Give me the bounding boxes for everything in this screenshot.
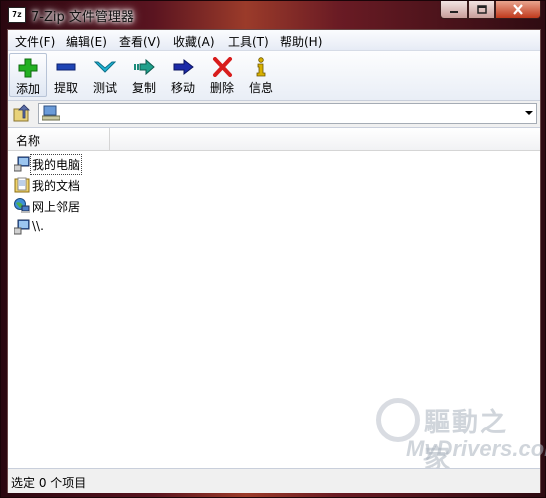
watermark-en: MyDrivers.com bbox=[406, 436, 546, 461]
list-header: 名称 bbox=[8, 128, 540, 151]
up-folder-button[interactable] bbox=[10, 104, 34, 124]
list-item-name: 网上邻居 bbox=[32, 200, 81, 214]
check-chevron-icon bbox=[94, 61, 116, 73]
test-button[interactable]: 测试 bbox=[86, 53, 124, 97]
menu-tools[interactable]: 工具(T) bbox=[228, 33, 269, 50]
address-combobox[interactable] bbox=[38, 103, 537, 124]
copy-button[interactable]: 复制 bbox=[125, 53, 163, 97]
menu-file[interactable]: 文件(F) bbox=[15, 33, 55, 50]
title-bar[interactable]: 7z 7-Zip 文件管理器 bbox=[1, 1, 546, 29]
menu-favorites[interactable]: 收藏(A) bbox=[173, 33, 215, 50]
delete-label: 删除 bbox=[209, 81, 234, 95]
plus-icon bbox=[18, 58, 38, 78]
computer-icon bbox=[14, 156, 30, 172]
menu-bar: 文件(F) 编辑(E) 查看(V) 收藏(A) 工具(T) 帮助(H) bbox=[8, 30, 540, 51]
copy-label: 复制 bbox=[131, 81, 156, 95]
extract-button[interactable]: 提取 bbox=[47, 53, 85, 97]
app-icon[interactable]: 7z bbox=[8, 7, 26, 23]
name-column-header[interactable]: 名称 bbox=[8, 128, 110, 150]
watermark-logo: 驅動之家 MyDrivers.com bbox=[376, 390, 546, 475]
extract-label: 提取 bbox=[53, 81, 78, 95]
add-label: 添加 bbox=[15, 82, 40, 96]
close-button[interactable] bbox=[495, 1, 541, 19]
network-icon bbox=[14, 198, 30, 213]
client-area: 文件(F) 编辑(E) 查看(V) 收藏(A) 工具(T) 帮助(H) 添加 提… bbox=[7, 29, 546, 493]
status-text: 选定 0 个项目 bbox=[11, 476, 87, 490]
move-arrow-icon bbox=[173, 58, 194, 76]
move-label: 移动 bbox=[170, 81, 195, 95]
documents-folder-icon bbox=[14, 177, 30, 193]
minimize-button[interactable] bbox=[440, 1, 468, 19]
up-folder-icon bbox=[13, 104, 30, 122]
menu-help[interactable]: 帮助(H) bbox=[280, 33, 322, 50]
window-title: 7-Zip 文件管理器 bbox=[31, 10, 134, 25]
caption-buttons bbox=[440, 1, 541, 19]
computer-icon bbox=[14, 219, 30, 235]
dropdown-arrow-icon[interactable] bbox=[525, 111, 533, 115]
maximize-icon bbox=[476, 5, 487, 14]
add-button[interactable]: 添加 bbox=[9, 53, 47, 97]
copy-arrow-icon bbox=[134, 58, 155, 76]
menu-edit[interactable]: 编辑(E) bbox=[66, 33, 107, 50]
minimize-icon bbox=[450, 10, 458, 13]
info-button[interactable]: 信息 bbox=[242, 53, 280, 97]
list-item-name: 我的电脑 bbox=[29, 154, 83, 175]
maximize-button[interactable] bbox=[468, 1, 495, 19]
info-icon bbox=[256, 57, 266, 77]
toolbar: 添加 提取 测试 复制 移动 删除 信息 bbox=[8, 51, 540, 101]
info-label: 信息 bbox=[248, 81, 273, 95]
test-label: 测试 bbox=[92, 81, 117, 95]
address-row bbox=[8, 101, 540, 128]
list-item-name: \\. bbox=[32, 219, 44, 233]
minus-icon bbox=[56, 63, 76, 71]
file-list[interactable]: 名称 我的电脑 我的文档 网上邻居 \\. 驅動之家 MyDrivers.co bbox=[8, 128, 546, 475]
window-frame: 7z 7-Zip 文件管理器 文件(F) 编辑(E) 查看(V) 收藏(A) 工… bbox=[0, 0, 546, 498]
delete-x-icon bbox=[213, 57, 232, 77]
list-item-name: 我的文档 bbox=[32, 179, 81, 193]
name-column-label: 名称 bbox=[16, 134, 41, 148]
status-bar: 选定 0 个项目 bbox=[8, 468, 540, 493]
computer-icon bbox=[42, 105, 60, 121]
delete-button[interactable]: 删除 bbox=[203, 53, 241, 97]
move-button[interactable]: 移动 bbox=[164, 53, 202, 97]
close-icon bbox=[513, 4, 523, 15]
menu-view[interactable]: 查看(V) bbox=[119, 33, 161, 50]
